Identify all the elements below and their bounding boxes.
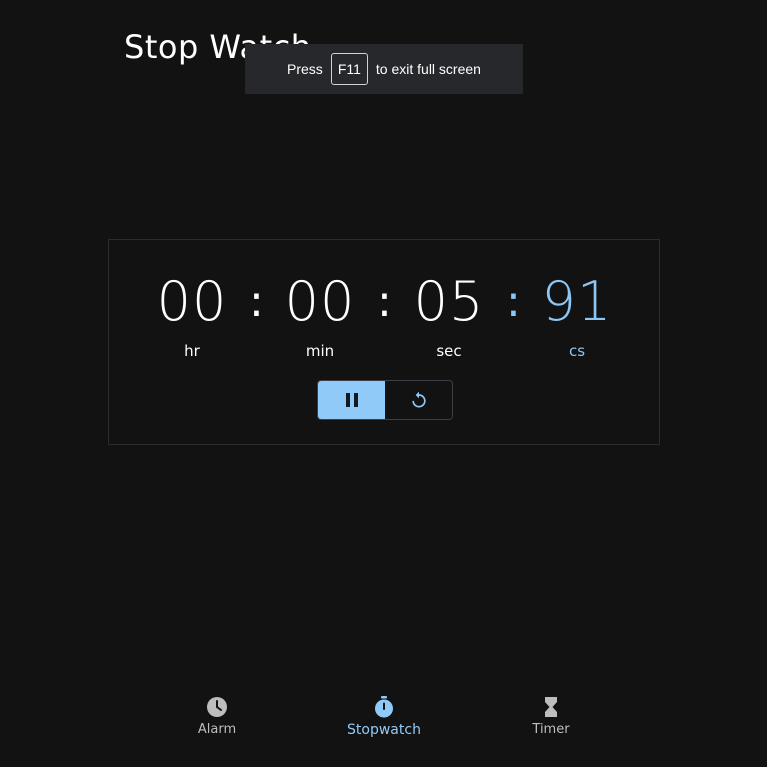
- fullscreen-toast: Press F11 to exit full screen: [245, 44, 523, 94]
- hours-unit: hr: [184, 342, 200, 360]
- toast-suffix: to exit full screen: [375, 61, 481, 77]
- stopwatch-page: Stop Watch Press F11 to exit full screen…: [0, 0, 767, 767]
- hours-display: 00 hr: [137, 270, 247, 360]
- centiseconds-value: 91: [541, 270, 613, 333]
- nav-item-alarm[interactable]: Alarm: [157, 695, 277, 737]
- f11-key-badge: F11: [330, 53, 368, 85]
- hours-value: 00: [156, 270, 228, 333]
- pause-button[interactable]: [318, 381, 385, 419]
- toast-prefix: Press: [287, 61, 323, 77]
- nav-item-timer[interactable]: Timer: [491, 695, 611, 737]
- reset-button[interactable]: [385, 381, 452, 419]
- separator: :: [377, 276, 392, 327]
- nav-label-timer: Timer: [532, 722, 570, 737]
- nav-label-alarm: Alarm: [197, 722, 237, 737]
- bottom-navigation: Alarm Stopwatch Timer: [134, 695, 634, 745]
- separator: :: [506, 276, 521, 327]
- clock-icon: [207, 697, 227, 717]
- centiseconds-display: 91 cs: [522, 270, 632, 360]
- minutes-value: 00: [284, 270, 356, 333]
- stopwatch-card: 00 hr : 00 min : 05 sec : 91 cs: [108, 239, 660, 445]
- hourglass-icon: [545, 697, 557, 717]
- nav-item-stopwatch[interactable]: Stopwatch: [324, 695, 444, 738]
- stopwatch-controls: [317, 380, 453, 420]
- seconds-value: 05: [413, 270, 485, 333]
- reset-icon: [411, 391, 426, 408]
- minutes-display: 00 min: [265, 270, 375, 360]
- stopwatch-icon: [375, 696, 393, 718]
- seconds-display: 05 sec: [394, 270, 504, 360]
- seconds-unit: sec: [436, 342, 462, 360]
- nav-label-stopwatch: Stopwatch: [347, 722, 421, 738]
- minutes-unit: min: [305, 342, 335, 360]
- centiseconds-unit: cs: [568, 342, 586, 360]
- separator: :: [249, 276, 264, 327]
- pause-icon: [344, 393, 360, 407]
